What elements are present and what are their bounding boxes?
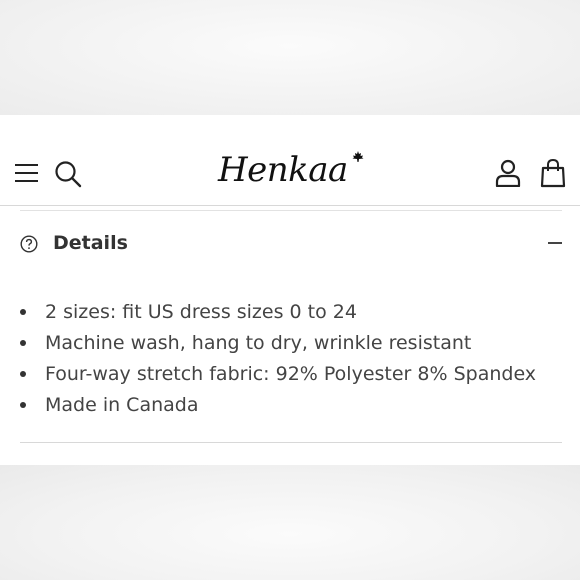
- list-item: Made in Canada: [20, 391, 536, 422]
- screenshot-frame: Henkaa Details 2 sizes: fit US dress siz…: [0, 0, 580, 580]
- list-item-text: 2 sizes: fit US dress sizes 0 to 24: [45, 301, 357, 323]
- list-item: Four-way stretch fabric: 92% Polyester 8…: [20, 360, 536, 391]
- section-divider: [20, 442, 562, 443]
- account-icon[interactable]: [494, 159, 522, 187]
- hamburger-menu-icon[interactable]: [14, 163, 39, 183]
- brand-logo[interactable]: Henkaa: [218, 147, 368, 193]
- bullet-icon: [20, 340, 26, 346]
- bullet-icon: [20, 402, 26, 408]
- bullet-icon: [20, 309, 26, 315]
- bullet-icon: [20, 371, 26, 377]
- list-item-text: Four-way stretch fabric: 92% Polyester 8…: [45, 363, 537, 385]
- bottom-background: [0, 465, 580, 580]
- minus-icon[interactable]: [548, 242, 562, 244]
- search-icon[interactable]: [54, 160, 82, 188]
- details-title: Details: [53, 232, 128, 254]
- top-background: [0, 0, 580, 115]
- list-item: Machine wash, hang to dry, wrinkle resis…: [20, 329, 536, 360]
- brand-name: Henkaa: [218, 150, 348, 190]
- list-item: 2 sizes: fit US dress sizes 0 to 24: [20, 298, 536, 329]
- shopping-bag-icon[interactable]: [540, 158, 566, 188]
- list-item-text: Made in Canada: [45, 394, 199, 416]
- site-header: Henkaa: [0, 115, 580, 206]
- page-panel: Henkaa Details 2 sizes: fit US dress siz…: [0, 115, 580, 465]
- list-item-text: Machine wash, hang to dry, wrinkle resis…: [45, 332, 472, 354]
- maple-leaf-icon: [352, 151, 364, 162]
- details-accordion-header[interactable]: Details: [0, 211, 580, 271]
- question-circle-icon: [20, 235, 38, 253]
- details-list: 2 sizes: fit US dress sizes 0 to 24 Mach…: [20, 298, 536, 422]
